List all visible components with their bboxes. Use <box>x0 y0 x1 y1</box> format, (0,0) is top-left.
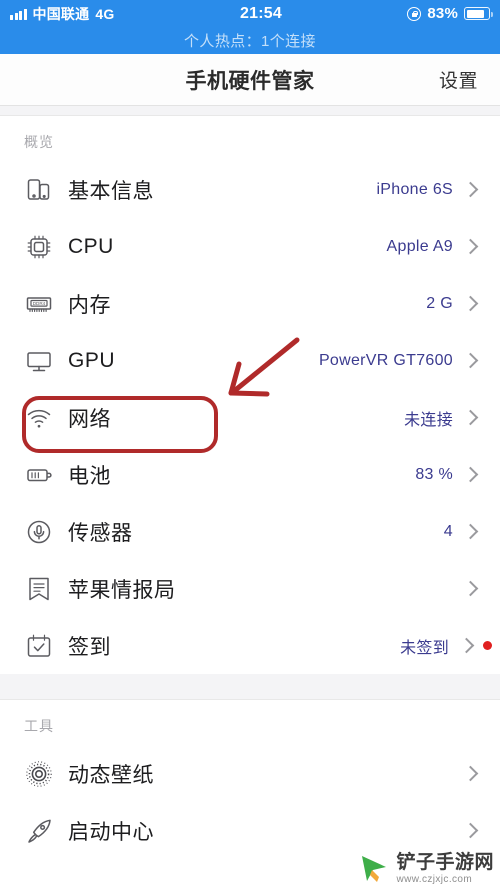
chevron-right-icon <box>462 765 479 782</box>
list-item-value: 83 % <box>415 465 453 483</box>
chevron-right-icon <box>462 409 479 426</box>
list-item-CPU[interactable]: CPU Apple A9 <box>0 218 500 275</box>
chevron-right-icon <box>462 238 479 255</box>
list-item-label: GPU <box>68 348 116 372</box>
list-item-传感器[interactable]: 传感器 4 <box>0 503 500 560</box>
chevron-right-icon <box>462 466 479 483</box>
battery-icon <box>464 7 493 20</box>
list-item-label: 苹果情报局 <box>68 578 176 602</box>
chevron-right-icon <box>462 523 479 540</box>
bookmark-icon <box>24 574 54 604</box>
calendar-check-icon <box>24 631 54 661</box>
list-item-动态壁纸[interactable]: 动态壁纸 <box>0 745 500 802</box>
status-bar-left: 中国联通 4G <box>10 4 115 24</box>
list-item-电池[interactable]: 电池 83 % <box>0 446 500 503</box>
section-gap <box>0 674 500 700</box>
carrier-label: 中国联通 <box>32 5 90 22</box>
section-title: 工具 <box>24 718 54 734</box>
list-item-label: 签到 <box>68 635 111 659</box>
list-item-value: PowerVR GT7600 <box>318 351 453 369</box>
status-bar: 中国联通 4G 21:54 83% <box>0 0 500 27</box>
chevron-right-icon <box>462 352 479 369</box>
monitor-icon <box>24 346 54 376</box>
list-item-value: iPhone 6S <box>376 180 453 198</box>
chevron-right-icon <box>462 181 479 198</box>
page-title: 手机硬件管家 <box>185 69 315 93</box>
signal-bars-icon <box>10 8 27 20</box>
section-gap <box>0 106 500 116</box>
navigation-bar: 手机硬件管家 设置 <box>0 54 500 106</box>
list-item-label: 基本信息 <box>68 179 154 203</box>
list-item-GPU[interactable]: GPU PowerVR GT7600 <box>0 332 500 389</box>
list-item-label: 内存 <box>68 293 111 317</box>
list-item-苹果情报局[interactable]: 苹果情报局 <box>0 560 500 617</box>
list-item-内存[interactable]: DDR4 内存 2 G <box>0 275 500 332</box>
list-item-label: 启动中心 <box>68 820 154 844</box>
wifi-icon <box>24 403 54 433</box>
list-item-label: 网络 <box>68 407 111 431</box>
battery-percent-label: 83% <box>427 5 458 22</box>
list-item-label: 电池 <box>68 464 111 488</box>
network-type-label: 4G <box>95 5 115 22</box>
list-item-value: 2 G <box>426 294 453 312</box>
list-item-value: Apple A9 <box>386 237 453 255</box>
clock-label: 21:54 <box>240 4 282 22</box>
list-item-label: CPU <box>68 234 114 258</box>
rotation-lock-icon <box>407 6 422 21</box>
svg-text:DDR4: DDR4 <box>33 301 46 306</box>
content-scroll-area[interactable]: 概览 基本信息 iPhone 6S CPU Apple A9 DDR4 内存 2… <box>0 106 500 889</box>
list-item-签到[interactable]: 签到 未签到 <box>0 617 500 674</box>
chevron-right-icon <box>458 637 475 654</box>
list-item-基本信息[interactable]: 基本信息 iPhone 6S <box>0 161 500 218</box>
list-item-value: 4 <box>443 522 453 540</box>
chevron-right-icon <box>462 580 479 597</box>
rocket-icon <box>24 816 54 846</box>
chevron-right-icon <box>462 822 479 839</box>
chevron-right-icon <box>462 295 479 312</box>
two-phones-icon <box>24 175 54 205</box>
live-wallpaper-icon <box>24 759 54 789</box>
list-item-label: 动态壁纸 <box>68 763 154 787</box>
list-item-网络[interactable]: 网络 未连接 <box>0 389 500 446</box>
list-item-value: 未签到 <box>400 639 449 657</box>
microphone-icon <box>24 517 54 547</box>
list-item-启动中心[interactable]: 启动中心 <box>0 802 500 859</box>
cpu-chip-icon <box>24 232 54 262</box>
personal-hotspot-banner[interactable]: 个人热点：1个连接 <box>0 27 500 54</box>
status-bar-center: 21:54 <box>115 5 408 23</box>
settings-button[interactable]: 设置 <box>439 66 478 93</box>
list-item-label: 传感器 <box>68 521 133 545</box>
ddr4-memory-icon: DDR4 <box>24 289 54 319</box>
list-item-value: 未连接 <box>404 411 453 429</box>
status-bar-right: 83% <box>407 5 493 22</box>
section-title: 概览 <box>24 134 54 150</box>
battery-icon <box>24 460 54 490</box>
status-badge <box>483 641 492 650</box>
